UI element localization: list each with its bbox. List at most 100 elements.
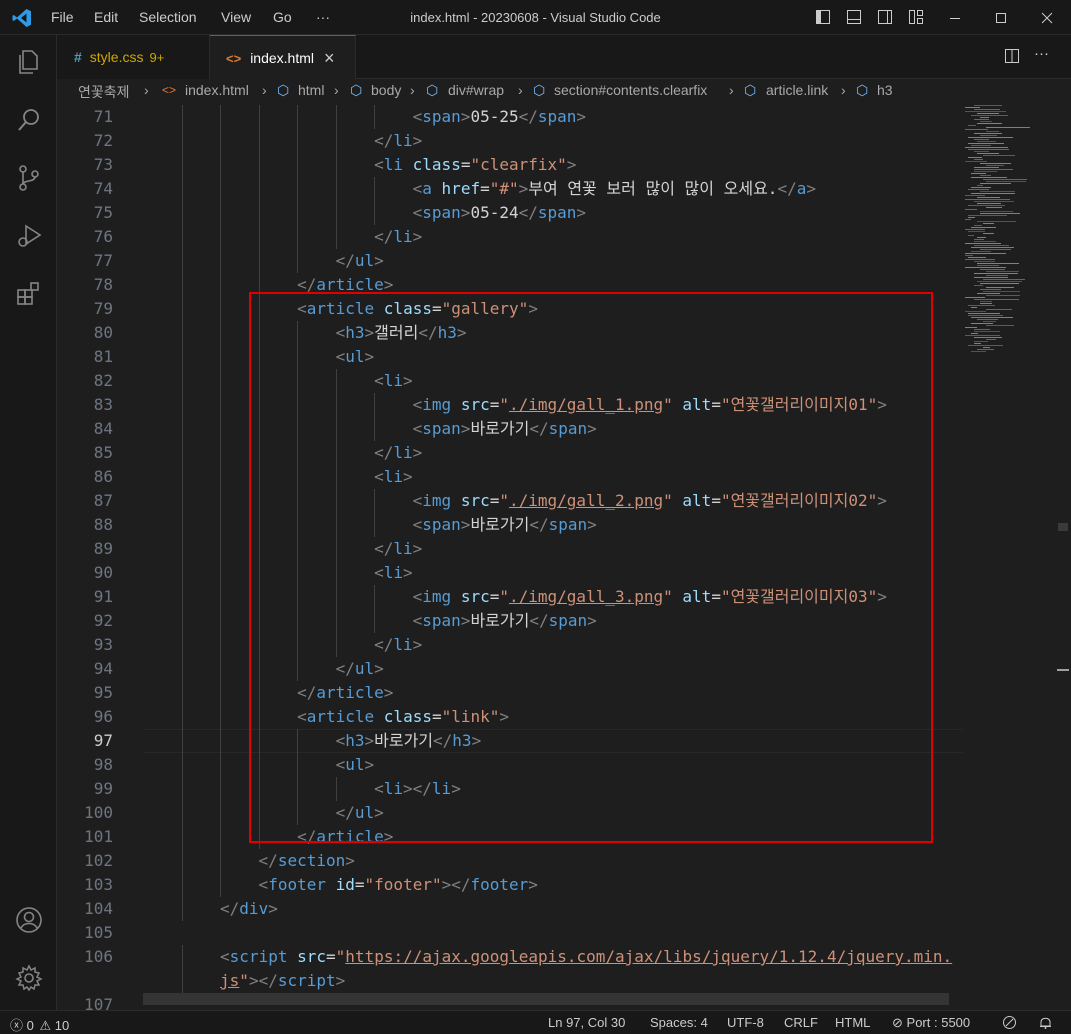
line-number[interactable]: 77 — [57, 249, 113, 273]
minimap-stroke — [968, 217, 975, 218]
code-line[interactable]: 105 — [57, 921, 963, 945]
menu-more[interactable]: ··· — [316, 9, 330, 25]
breadcrumb-div-wrap[interactable]: div#wrap — [448, 82, 504, 98]
line-number[interactable]: 105 — [57, 921, 113, 945]
line-number[interactable]: 96 — [57, 705, 113, 729]
code-editor[interactable]: 71 <span>05-25</span> 72 </li> 73 <li class="… — [57, 103, 1071, 1010]
eol-status[interactable]: CRLF — [784, 1015, 818, 1030]
line-number[interactable]: 72 — [57, 129, 113, 153]
notifications-bell-icon[interactable] — [1038, 1015, 1053, 1030]
menu-go[interactable]: Go — [273, 9, 292, 25]
feedback-icon[interactable] — [1002, 1015, 1017, 1030]
code-line[interactable]: 71 <span>05-25</span> — [57, 105, 963, 129]
encoding-status[interactable]: UTF-8 — [727, 1015, 764, 1030]
line-number[interactable]: 76 — [57, 225, 113, 249]
code-line[interactable]: 75 <span>05-24</span> — [57, 201, 963, 225]
code-line[interactable]: 73 <li class="clearfix"> — [57, 153, 963, 177]
language-mode[interactable]: HTML — [835, 1015, 870, 1030]
line-number[interactable]: 85 — [57, 441, 113, 465]
line-number[interactable]: 106 — [57, 945, 113, 969]
line-number[interactable]: 100 — [57, 801, 113, 825]
tab-style-css[interactable]: # style.css 9+ — [57, 35, 210, 79]
line-number[interactable]: 74 — [57, 177, 113, 201]
maximize-button[interactable] — [978, 0, 1024, 35]
run-debug-icon[interactable] — [14, 221, 44, 251]
search-icon[interactable] — [14, 105, 44, 135]
minimap-stroke — [977, 265, 999, 266]
line-number[interactable]: 89 — [57, 537, 113, 561]
minimap[interactable] — [963, 103, 1055, 1010]
line-number[interactable]: 71 — [57, 105, 113, 129]
scrollbar-thumb[interactable] — [1058, 523, 1068, 531]
extensions-icon[interactable] — [14, 279, 44, 309]
live-server-status[interactable]: ⊘ Port : 5500 — [892, 1015, 970, 1031]
code-line[interactable]: 103 <footer id="footer"></footer> — [57, 873, 963, 897]
code-line[interactable]: 74 <a href="#">부여 연꽃 보러 많이 많이 오세요.</a> — [57, 177, 963, 201]
problems-status[interactable]: ⓧ 0 ⚠ 10 — [10, 1015, 69, 1034]
code-line[interactable]: 106 <script src="https://ajax.googleapis.… — [57, 945, 963, 969]
customize-layout-icon[interactable] — [908, 9, 924, 25]
line-number[interactable]: 84 — [57, 417, 113, 441]
line-number[interactable]: 82 — [57, 369, 113, 393]
code-line[interactable]: 72 </li> — [57, 129, 963, 153]
line-number[interactable]: 107 — [57, 993, 113, 1010]
line-number[interactable]: 86 — [57, 465, 113, 489]
line-number[interactable]: 90 — [57, 561, 113, 585]
close-window-button[interactable] — [1024, 0, 1070, 35]
breadcrumb-html[interactable]: html — [298, 82, 324, 98]
tab-close-icon[interactable]: × — [324, 48, 335, 69]
line-number[interactable]: 97 — [57, 729, 113, 753]
breadcrumb-folder[interactable]: 연꽃축제 — [78, 82, 130, 102]
menu-selection[interactable]: Selection — [139, 9, 197, 25]
cursor-position[interactable]: Ln 97, Col 30 — [548, 1015, 625, 1030]
line-number[interactable]: 75 — [57, 201, 113, 225]
line-number[interactable]: 103 — [57, 873, 113, 897]
line-number[interactable]: 92 — [57, 609, 113, 633]
line-number[interactable]: 95 — [57, 681, 113, 705]
source-control-icon[interactable] — [14, 163, 44, 193]
split-editor-icon[interactable] — [1004, 48, 1020, 64]
tab-index-html[interactable]: <> index.html × — [210, 35, 356, 80]
chevron-right-icon: › — [334, 82, 339, 98]
line-number[interactable]: 80 — [57, 321, 113, 345]
code-line[interactable]: 102 </section> — [57, 849, 963, 873]
line-number[interactable]: 94 — [57, 657, 113, 681]
line-number[interactable]: 101 — [57, 825, 113, 849]
breadcrumb-article[interactable]: article.link — [766, 82, 828, 98]
line-number[interactable]: 98 — [57, 753, 113, 777]
line-number[interactable]: 73 — [57, 153, 113, 177]
line-number[interactable]: 91 — [57, 585, 113, 609]
minimize-button[interactable] — [932, 0, 978, 35]
code-line[interactable]: 77 </ul> — [57, 249, 963, 273]
code-line[interactable]: 76 </li> — [57, 225, 963, 249]
horizontal-scrollbar[interactable] — [143, 993, 949, 1005]
code-line[interactable]: 104 </div> — [57, 897, 963, 921]
breadcrumb-h3[interactable]: h3 — [877, 82, 893, 98]
line-number[interactable]: 93 — [57, 633, 113, 657]
toggle-secondary-sidebar-icon[interactable] — [877, 9, 893, 25]
breadcrumb-file[interactable]: index.html — [185, 82, 249, 98]
line-number[interactable]: 104 — [57, 897, 113, 921]
menu-file[interactable]: File — [51, 9, 74, 25]
more-actions-icon[interactable]: ··· — [1034, 45, 1049, 62]
explorer-icon[interactable] — [14, 47, 44, 77]
line-number[interactable]: 83 — [57, 393, 113, 417]
settings-gear-icon[interactable] — [14, 963, 44, 993]
code-line[interactable]: js"></script> — [57, 969, 963, 993]
toggle-primary-sidebar-icon[interactable] — [815, 9, 831, 25]
line-number[interactable]: 78 — [57, 273, 113, 297]
line-number[interactable]: 81 — [57, 345, 113, 369]
line-number[interactable]: 88 — [57, 513, 113, 537]
menu-view[interactable]: View — [221, 9, 251, 25]
line-number[interactable]: 102 — [57, 849, 113, 873]
line-number[interactable]: 79 — [57, 297, 113, 321]
toggle-panel-icon[interactable] — [846, 9, 862, 25]
line-number[interactable]: 99 — [57, 777, 113, 801]
menu-edit[interactable]: Edit — [94, 9, 118, 25]
breadcrumb-body[interactable]: body — [371, 82, 401, 98]
indentation-status[interactable]: Spaces: 4 — [650, 1015, 708, 1030]
accounts-icon[interactable] — [14, 905, 44, 935]
breadcrumb-section[interactable]: section#contents.clearfix — [554, 82, 707, 98]
line-number[interactable]: 87 — [57, 489, 113, 513]
vertical-scrollbar[interactable] — [1055, 103, 1071, 1010]
